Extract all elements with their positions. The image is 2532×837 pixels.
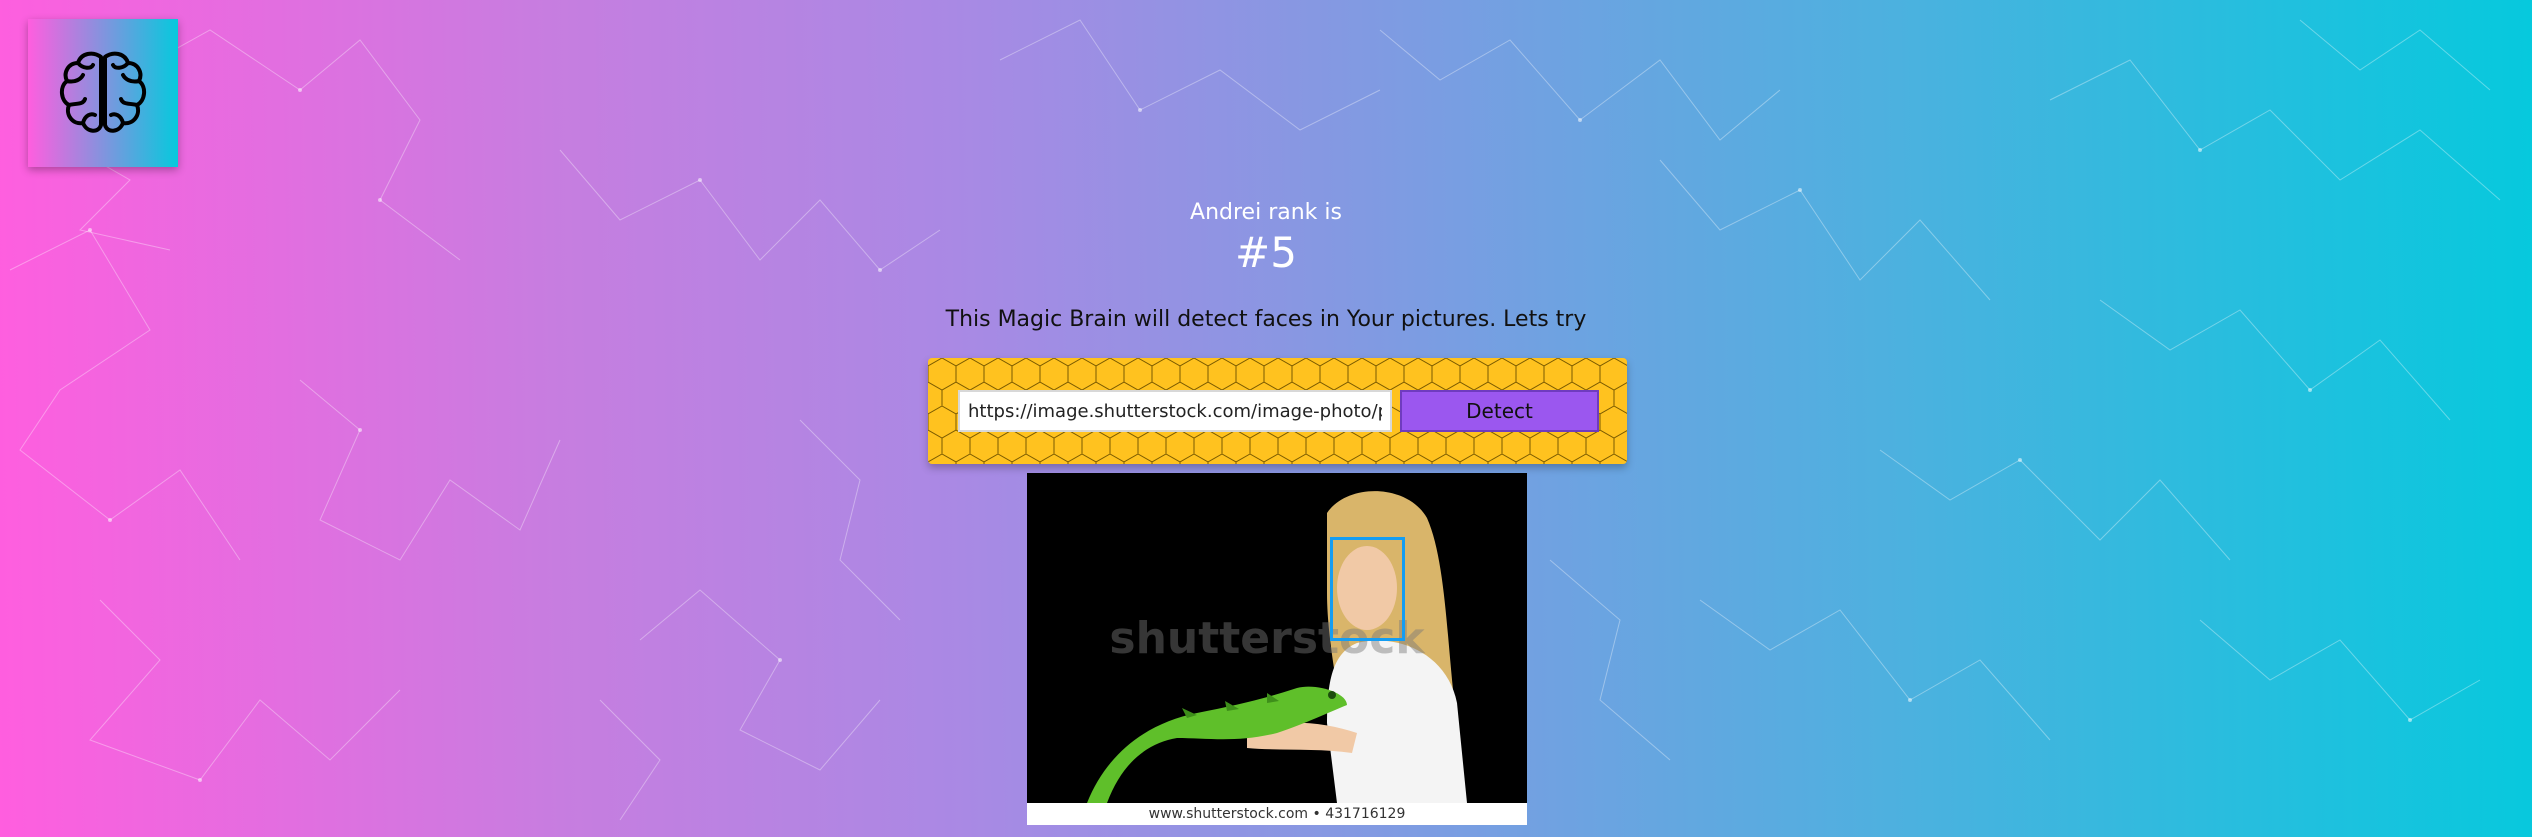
detect-button[interactable]: Detect: [1400, 390, 1599, 432]
rank-value: #5: [1235, 228, 1297, 277]
image-caption: www.shutterstock.com • 431716129: [1027, 804, 1527, 825]
rank-label: Andrei rank is: [1190, 200, 1342, 225]
brain-icon: [60, 51, 146, 133]
photo: shutterstock: [1027, 473, 1527, 803]
logo[interactable]: [28, 19, 178, 167]
intro-text: This Magic Brain will detect faces in Yo…: [945, 307, 1587, 332]
image-url-input[interactable]: [958, 390, 1392, 432]
result-image: shutterstock www.shutterstock.com • 4317…: [1027, 473, 1527, 825]
face-bounding-box: [1330, 537, 1405, 641]
image-link-form: Detect: [928, 358, 1627, 464]
